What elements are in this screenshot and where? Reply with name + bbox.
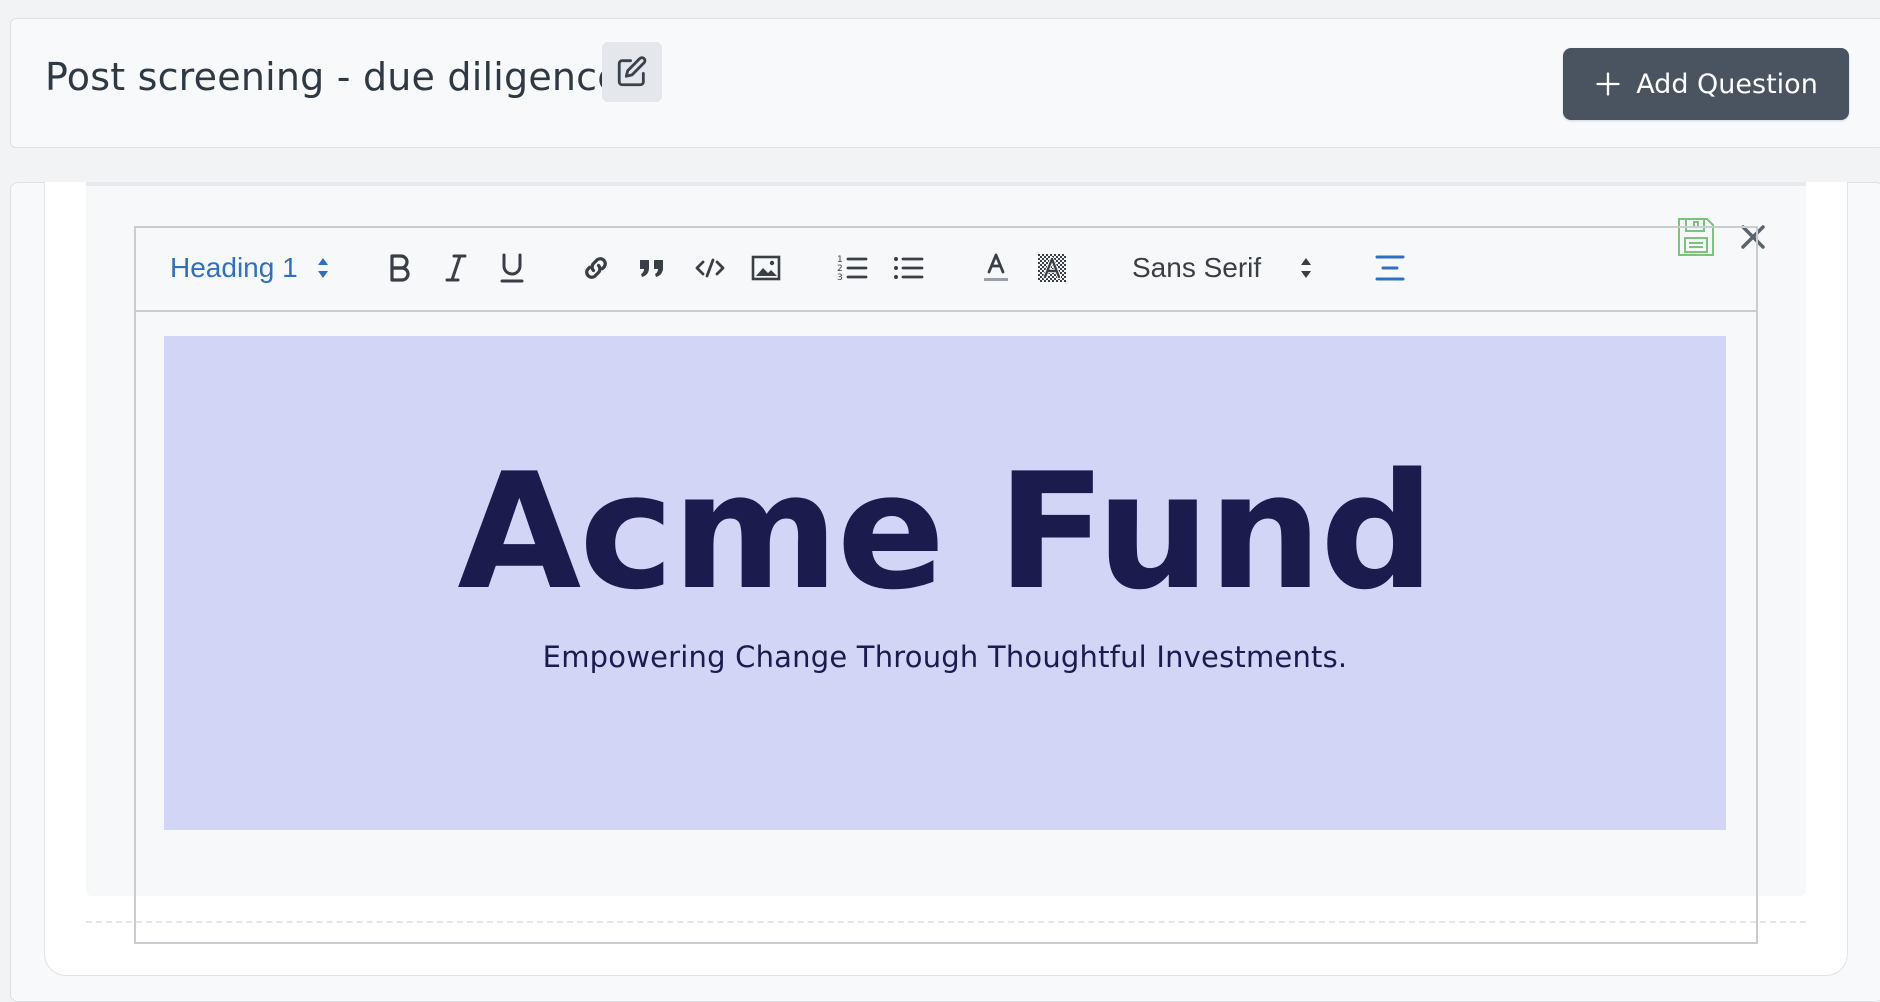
header-card: Post screening - due diligence Add Quest… xyxy=(10,18,1880,148)
bullet-list-icon xyxy=(894,257,924,279)
banner-subtitle: Empowering Change Through Thoughtful Inv… xyxy=(542,640,1348,674)
font-select[interactable]: Sans Serif xyxy=(1132,246,1332,290)
editor-toolbar: Heading 1 1 2 3 Sans Serif xyxy=(136,228,1756,312)
text-color-icon xyxy=(984,253,1008,281)
background-color-button[interactable] xyxy=(1032,246,1072,290)
select-arrows-icon xyxy=(1301,258,1312,278)
image-button[interactable] xyxy=(746,246,786,290)
italic-icon xyxy=(445,254,467,282)
code-icon xyxy=(695,258,725,278)
bullet-list-button[interactable] xyxy=(888,246,928,290)
ordered-list-icon: 1 2 3 xyxy=(837,255,868,283)
link-icon xyxy=(585,257,607,279)
select-arrows-icon xyxy=(317,258,328,278)
heading-select[interactable]: Heading 1 xyxy=(170,246,340,290)
align-center-icon xyxy=(1375,255,1405,281)
code-block-button[interactable] xyxy=(688,246,732,290)
svg-text:3: 3 xyxy=(837,273,843,283)
edit-title-button[interactable] xyxy=(602,42,662,102)
bold-button[interactable] xyxy=(380,246,420,290)
heading-select-value: Heading 1 xyxy=(170,252,298,283)
blockquote-button[interactable] xyxy=(632,246,672,290)
plus-icon xyxy=(1596,72,1620,96)
edit-icon xyxy=(617,56,647,87)
underline-icon xyxy=(500,253,524,283)
image-icon xyxy=(751,255,781,281)
underline-button[interactable] xyxy=(492,246,532,290)
align-center-button[interactable] xyxy=(1370,246,1410,290)
banner-image: Acme Fund Empowering Change Through Thou… xyxy=(164,336,1726,830)
bold-icon xyxy=(390,254,410,282)
add-question-label: Add Question xyxy=(1636,68,1818,100)
text-color-button[interactable] xyxy=(976,246,1016,290)
background-color-icon xyxy=(1038,254,1066,282)
link-button[interactable] xyxy=(576,246,616,290)
ordered-list-button[interactable]: 1 2 3 xyxy=(832,246,872,290)
page-title: Post screening - due diligence xyxy=(45,55,621,99)
add-question-button[interactable]: Add Question xyxy=(1563,48,1849,120)
italic-button[interactable] xyxy=(436,246,476,290)
banner-title: Acme Fund xyxy=(457,438,1434,625)
font-select-value: Sans Serif xyxy=(1132,252,1262,283)
quote-icon xyxy=(640,260,663,277)
